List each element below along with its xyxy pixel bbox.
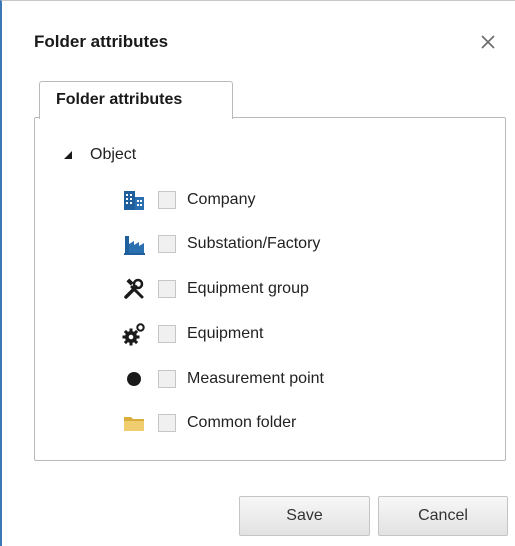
checkbox-measurement-point[interactable] bbox=[158, 370, 176, 388]
tree-item-substation-factory: Substation/Factory bbox=[122, 230, 320, 258]
tree-item-label-equipment: Equipment bbox=[187, 325, 264, 342]
tree-item-label-equipment-group: Equipment group bbox=[187, 280, 309, 297]
factory-icon bbox=[122, 232, 146, 256]
tree-item-label-measurement-point: Measurement point bbox=[187, 370, 324, 387]
close-button[interactable] bbox=[475, 29, 501, 55]
tree-item-measurement-point: Measurement point bbox=[122, 365, 324, 393]
dot-icon bbox=[122, 367, 146, 391]
save-button[interactable]: Save bbox=[239, 496, 370, 536]
gears-icon bbox=[122, 322, 146, 346]
collapse-triangle-icon bbox=[64, 151, 72, 159]
tree-item-company: Company bbox=[122, 186, 255, 214]
tree-item-label-substation-factory: Substation/Factory bbox=[187, 235, 321, 252]
tree-item-common-folder: Common folder bbox=[122, 409, 296, 437]
checkbox-equipment[interactable] bbox=[158, 325, 176, 343]
tree-expander[interactable] bbox=[60, 144, 90, 166]
checkbox-common-folder[interactable] bbox=[158, 414, 176, 432]
dialog-title: Folder attributes bbox=[34, 32, 169, 51]
tools-icon bbox=[122, 277, 146, 301]
dialog-titlebar: Folder attributes bbox=[2, 1, 515, 79]
folder-attributes-dialog: Folder attributes Folder attributes Obje… bbox=[0, 0, 515, 546]
tree-node-label-object: Object bbox=[90, 146, 137, 163]
tree-node-object: Object bbox=[60, 144, 136, 166]
tab-folder-attributes[interactable]: Folder attributes bbox=[39, 81, 233, 119]
close-icon bbox=[481, 35, 495, 49]
folder-icon bbox=[122, 411, 146, 435]
tree-item-equipment: Equipment bbox=[122, 320, 264, 348]
company-buildings-icon bbox=[122, 188, 146, 212]
checkbox-substation-factory[interactable] bbox=[158, 235, 176, 253]
tree-item-label-common-folder: Common folder bbox=[187, 414, 297, 431]
checkbox-equipment-group[interactable] bbox=[158, 280, 176, 298]
checkbox-company[interactable] bbox=[158, 191, 176, 209]
cancel-button[interactable]: Cancel bbox=[378, 496, 508, 536]
tree-item-equipment-group: Equipment group bbox=[122, 275, 309, 303]
tree-item-label-company: Company bbox=[187, 191, 256, 208]
